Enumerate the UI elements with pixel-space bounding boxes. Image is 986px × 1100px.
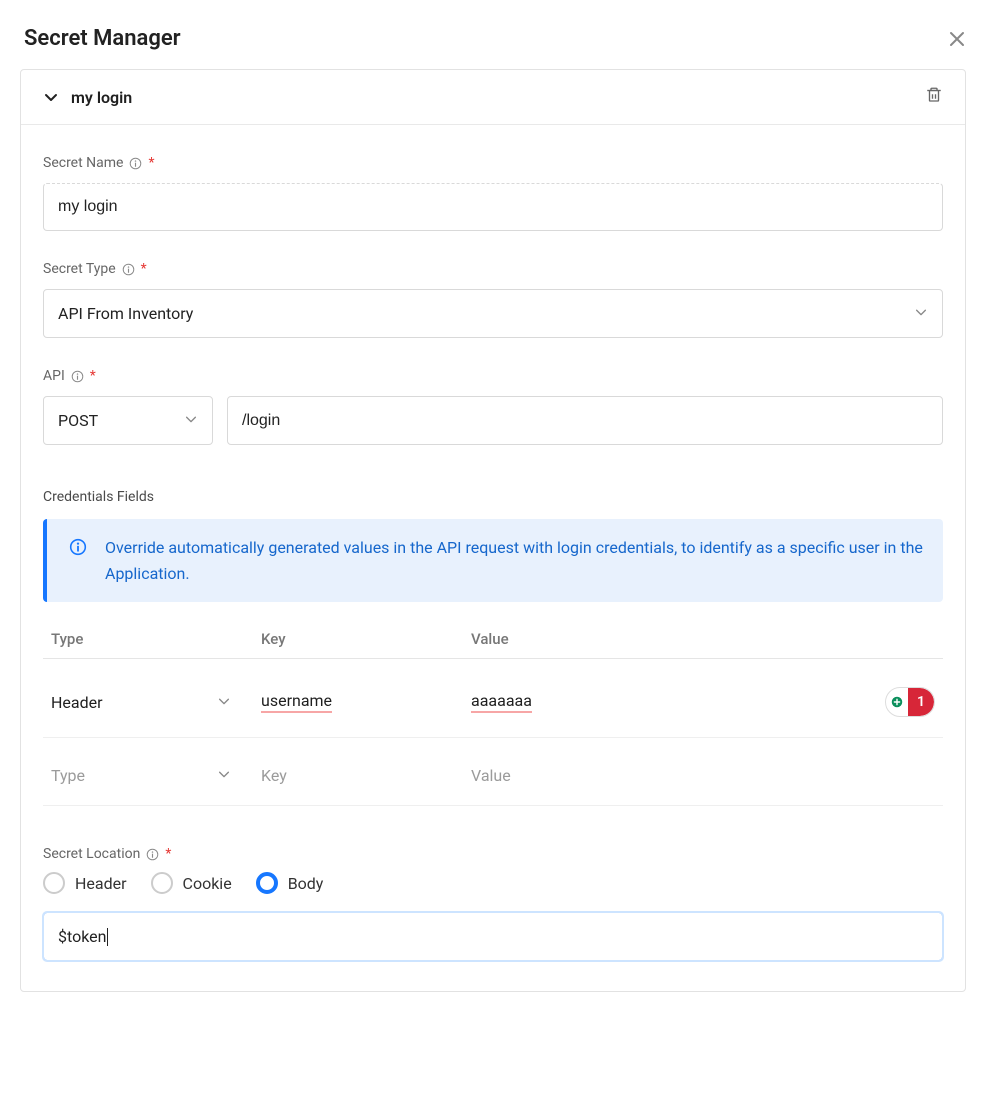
location-radio-cookie[interactable]: Cookie [151,872,232,894]
secret-type-value: API From Inventory [58,304,193,323]
location-radio-body[interactable]: Body [256,872,324,894]
info-icon [71,370,84,383]
info-icon [122,263,135,276]
info-icon [69,538,87,560]
secret-location-input[interactable]: $token [43,912,943,961]
credentials-table-header: Type Key Value [43,620,943,659]
api-label: API [43,368,65,384]
cred-key-input[interactable]: username [261,691,471,713]
secret-type-select[interactable]: API From Inventory [43,289,943,338]
col-key: Key [261,630,471,648]
suggestion-badge[interactable]: 1 [885,687,935,717]
credentials-row-empty: Type Key Value [43,738,943,806]
cred-type-value: Header [51,693,103,712]
credentials-alert: Override automatically generated values … [43,519,943,602]
secret-name-label: Secret Name [43,155,123,171]
credentials-label: Credentials Fields [43,489,943,505]
api-method-value: POST [58,411,98,430]
cred-type-select[interactable]: Header [51,693,231,712]
location-radio-header[interactable]: Header [43,872,127,894]
col-value: Value [471,630,855,648]
credentials-row: Header username aaaaaaa [43,659,943,738]
chevron-down-icon [217,693,231,712]
info-icon [146,848,159,861]
cred-key-input[interactable]: Key [261,766,471,785]
trash-icon[interactable] [925,86,943,108]
cred-value-input[interactable]: Value [471,766,855,785]
chevron-down-icon [184,411,198,430]
cred-type-select[interactable]: Type [51,766,231,785]
col-type: Type [51,630,261,648]
api-path-input[interactable] [227,396,943,445]
secret-panel: my login Secret Name * Secret Type [20,69,966,992]
radio-icon [151,872,173,894]
badge-count: 1 [908,688,934,716]
info-icon [129,157,142,170]
plus-shield-icon [886,688,908,716]
chevron-down-icon[interactable] [43,89,59,105]
chevron-down-icon [914,304,928,323]
alert-text: Override automatically generated values … [105,535,923,586]
required-asterisk: * [141,262,147,276]
radio-icon [256,872,278,894]
secret-location-label: Secret Location [43,846,140,862]
secret-type-label: Secret Type [43,261,116,277]
api-method-select[interactable]: POST [43,396,213,445]
cred-value-input[interactable]: aaaaaaa [471,691,855,713]
required-asterisk: * [165,847,171,861]
required-asterisk: * [148,156,154,170]
secret-name-input[interactable] [43,183,943,231]
dialog-title: Secret Manager [24,26,181,51]
radio-icon [43,872,65,894]
panel-title: my login [71,88,132,107]
chevron-down-icon [217,766,231,785]
close-icon[interactable] [948,30,966,48]
required-asterisk: * [90,369,96,383]
